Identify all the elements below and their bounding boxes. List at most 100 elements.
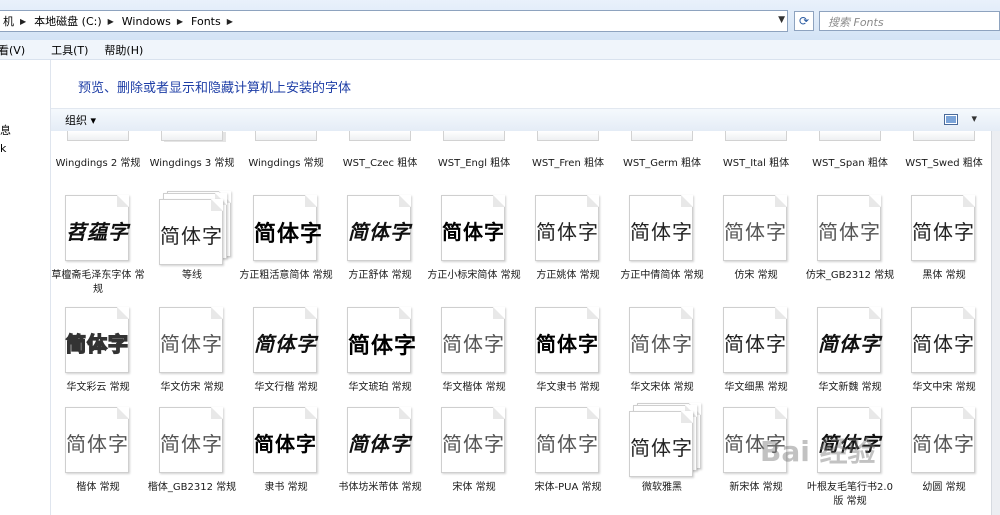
search-box[interactable] [819,11,1000,31]
vertical-scrollbar[interactable] [991,131,1000,515]
font-file-icon[interactable]: 简体字 [441,307,507,375]
breadcrumb-local-disk[interactable]: 本地磁盘 (C:) [30,13,105,29]
font-file-icon[interactable]: 简体字 [347,195,413,263]
font-file-icon[interactable]: 简体字 [159,407,225,475]
font-name-label[interactable]: 方正粗活意简体 常规 [239,269,333,283]
font-file-icon[interactable]: 简体字 [159,307,225,375]
font-name-label[interactable]: 仿宋_GB2312 常规 [803,269,897,283]
font-file-icon[interactable]: 简体字 [347,407,413,475]
refresh-button[interactable]: ⟳ [794,11,814,31]
font-name-label[interactable]: 方正姚体 常规 [521,269,615,283]
font-icon-partial[interactable] [161,131,223,141]
font-name-label[interactable]: 华文彩云 常规 [51,381,145,395]
font-name-label[interactable]: Wingdings 3 常规 [145,157,239,171]
font-file-icon[interactable]: 简体字 [441,195,507,263]
font-file-icon[interactable]: 简体字 [65,407,131,475]
font-name-label[interactable]: 华文中宋 常规 [897,381,991,395]
chevron-right-icon[interactable]: ▶ [225,17,237,26]
address-dropdown-icon[interactable]: ▼ [778,15,785,25]
font-file-icon[interactable]: 简体字 [253,307,319,375]
nav-item-fragment[interactable]: 息 [0,122,11,138]
font-name-label[interactable]: 隶书 常规 [239,481,333,495]
organize-button[interactable]: 组织 ▾ [65,112,96,128]
font-file-icon[interactable]: 简体字 [911,307,977,375]
search-input[interactable] [826,13,1000,31]
font-icon-partial[interactable] [537,131,599,141]
font-file-icon[interactable]: 简体字 [159,191,231,265]
chevron-right-icon[interactable]: ▶ [106,17,118,26]
font-name-label[interactable]: 华文行楷 常规 [239,381,333,395]
font-name-label[interactable]: Wingdings 常规 [239,157,333,171]
breadcrumb-fonts[interactable]: Fonts [187,15,225,28]
chevron-right-icon[interactable]: ▶ [18,17,30,26]
font-file-icon[interactable]: 简体字 [911,195,977,263]
font-file-icon[interactable]: 简体字 [629,403,701,477]
font-name-label[interactable]: 宋体-PUA 常规 [521,481,615,495]
font-name-label[interactable]: WST_Engl 粗体 [427,157,521,171]
font-name-label[interactable]: 华文仿宋 常规 [145,381,239,395]
font-file-icon[interactable]: 简体字 [629,195,695,263]
font-icon-partial[interactable] [67,131,129,141]
font-file-icon[interactable]: 简体字 [535,307,601,375]
font-icon-partial[interactable] [725,131,787,141]
font-file-icon[interactable]: 简体字 [723,307,789,375]
breadcrumb-windows[interactable]: Windows [118,15,175,28]
font-name-label[interactable]: 仿宋 常规 [709,269,803,283]
font-name-label[interactable]: 楷体 常规 [51,481,145,495]
chevron-down-icon[interactable]: ▾ [972,112,978,125]
font-name-label[interactable]: 微软雅黑 [615,481,709,495]
font-name-label[interactable]: 等线 [145,269,239,283]
font-name-label[interactable]: WST_Fren 粗体 [521,157,615,171]
font-file-icon[interactable]: 简体字 [253,407,319,475]
font-name-label[interactable]: 新宋体 常规 [709,481,803,495]
font-file-icon[interactable]: 苕蕴字 [65,195,131,263]
font-file-icon[interactable]: 简体字 [911,407,977,475]
font-name-label[interactable]: WST_Czec 粗体 [333,157,427,171]
font-name-label[interactable]: 黑体 常规 [897,269,991,283]
chevron-right-icon[interactable]: ▶ [175,17,187,26]
menu-view[interactable]: 看(V) [0,42,33,58]
menu-help[interactable]: 帮助(H) [104,42,151,58]
font-name-label[interactable]: 华文隶书 常规 [521,381,615,395]
font-icon-partial[interactable] [631,131,693,141]
font-name-label[interactable]: 方正小标宋简体 常规 [427,269,521,283]
font-name-label[interactable]: 华文新魏 常规 [803,381,897,395]
nav-item-fragment[interactable]: k [0,142,6,155]
font-name-label[interactable]: 方正中倩简体 常规 [615,269,709,283]
font-file-icon[interactable]: 简体字 [817,195,883,263]
breadcrumb[interactable]: 机 ▶ 本地磁盘 (C:) ▶ Windows ▶ Fonts ▶ ▼ [0,10,788,32]
font-name-label[interactable]: 书体坊米芾体 常规 [333,481,427,495]
font-file-icon[interactable]: 简体字 [723,195,789,263]
font-name-label[interactable]: 草檀斋毛泽东字体 常规 [51,269,145,297]
breadcrumb-computer[interactable]: 机 [0,13,18,29]
font-file-icon[interactable]: 简体字 [253,195,322,263]
font-icon-partial[interactable] [443,131,505,141]
font-name-label[interactable]: 华文琥珀 常规 [333,381,427,395]
font-name-label[interactable]: WST_Ital 粗体 [709,157,803,171]
font-file-icon[interactable]: 简体字 [535,407,601,475]
font-file-icon[interactable]: 简体字 [347,307,416,375]
font-name-label[interactable]: WST_Swed 粗体 [897,157,991,171]
font-file-icon[interactable]: 简体字 [441,407,507,475]
change-view-button[interactable]: ▾ [944,112,977,125]
font-name-label[interactable]: WST_Germ 粗体 [615,157,709,171]
font-name-label[interactable]: 华文楷体 常规 [427,381,521,395]
font-name-label[interactable]: 方正舒体 常规 [333,269,427,283]
font-icon-partial[interactable] [349,131,411,141]
font-name-label[interactable]: Wingdings 2 常规 [51,157,145,171]
font-name-label[interactable]: 幼圆 常规 [897,481,991,495]
font-file-icon[interactable]: 简体字 [535,195,601,263]
font-file-icon[interactable]: 简体字 [817,307,883,375]
font-icon-partial[interactable] [913,131,975,141]
font-name-label[interactable]: 楷体_GB2312 常规 [145,481,239,495]
font-name-label[interactable]: 华文细黑 常规 [709,381,803,395]
font-name-label[interactable]: 宋体 常规 [427,481,521,495]
font-icon-partial[interactable] [255,131,317,141]
font-name-label[interactable]: 华文宋体 常规 [615,381,709,395]
menu-tools[interactable]: 工具(T) [51,42,96,58]
font-file-icon[interactable]: 简体字 [65,307,131,375]
font-name-label[interactable]: 叶根友毛笔行书2.0版 常规 [803,481,897,509]
font-name-label[interactable]: WST_Span 粗体 [803,157,897,171]
font-file-icon[interactable]: 简体字 [629,307,695,375]
font-icon-partial[interactable] [819,131,881,141]
